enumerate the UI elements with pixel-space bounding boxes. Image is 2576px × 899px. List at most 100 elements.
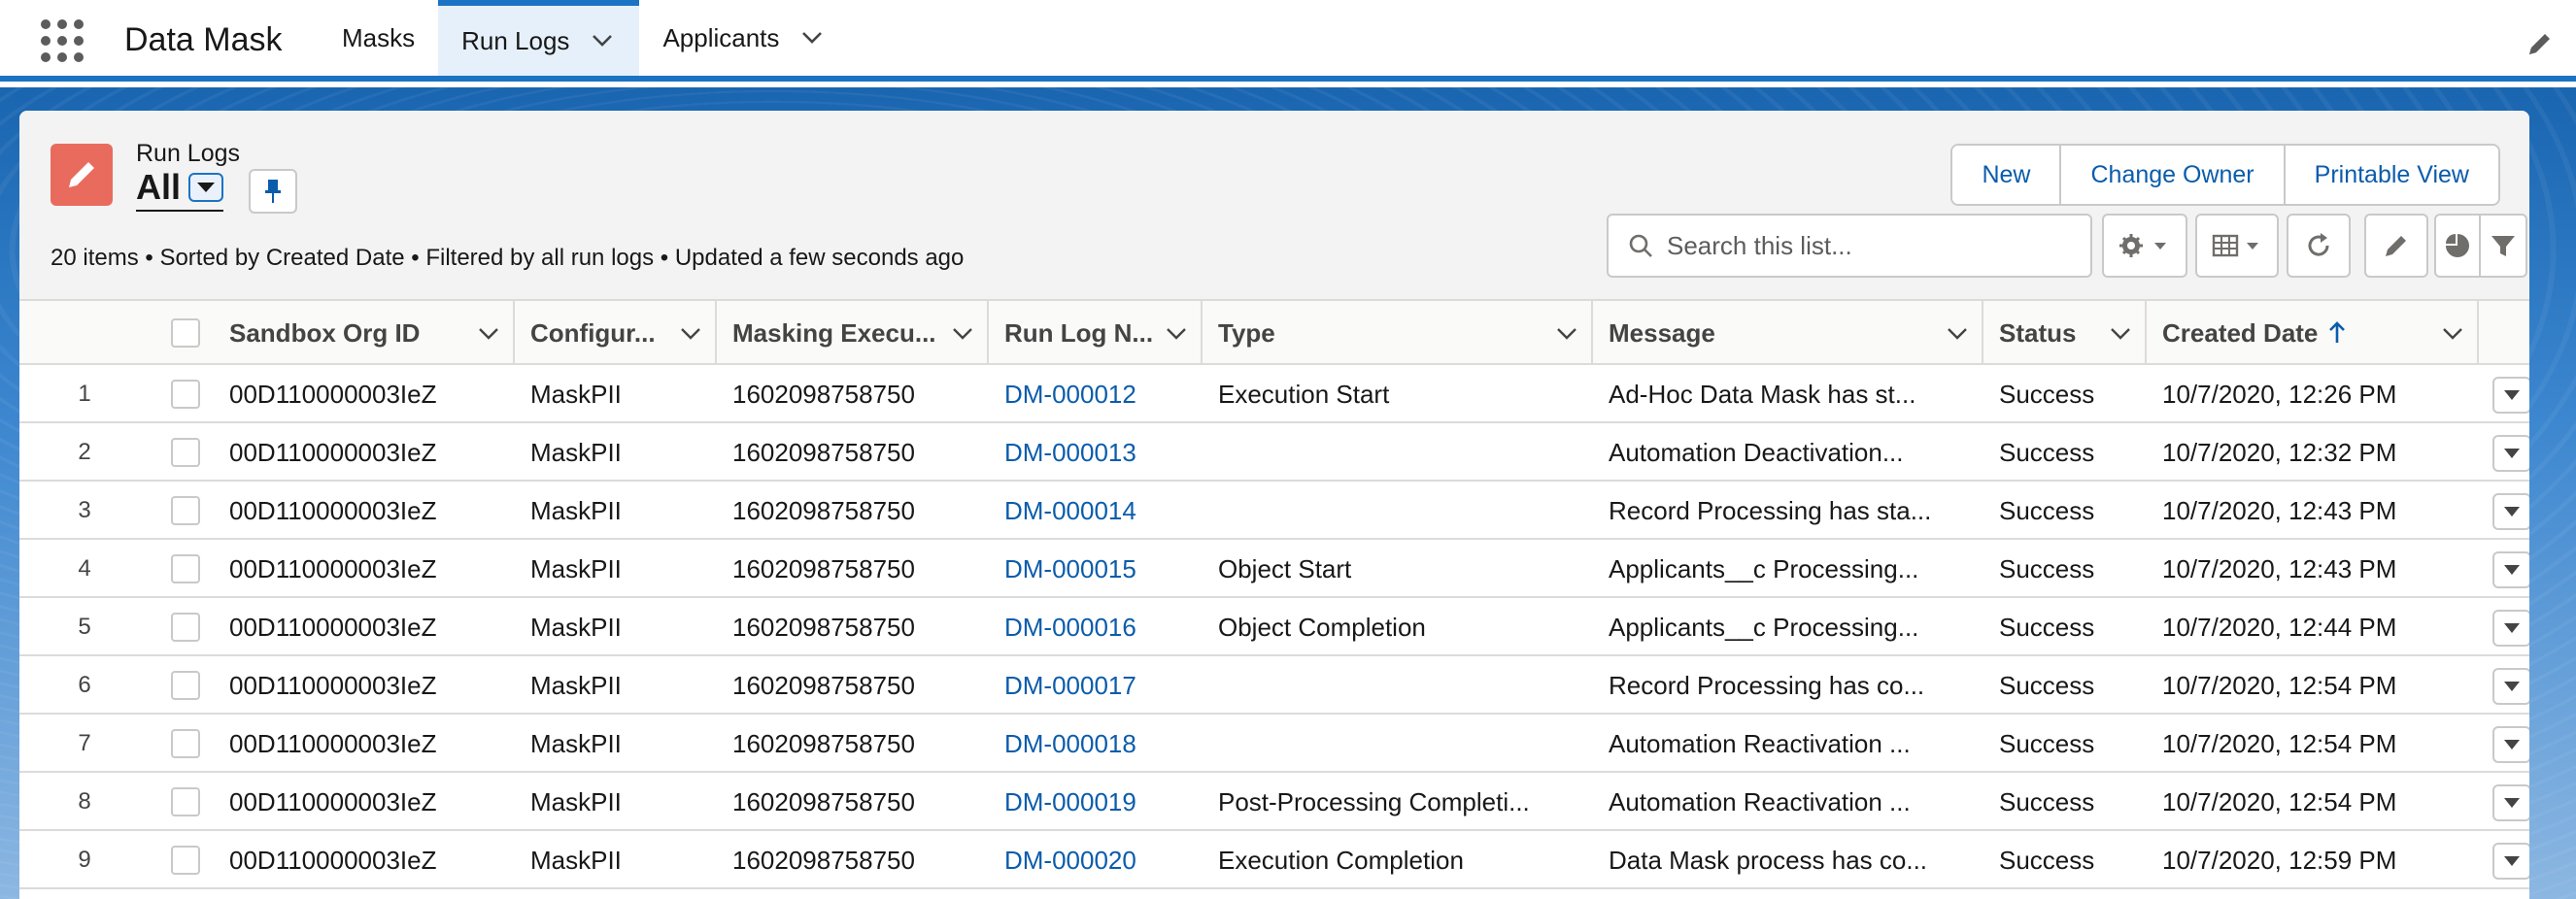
chevron-down-icon[interactable] <box>589 27 616 54</box>
table-row[interactable]: 7 00D110000003IeZ MaskPII 1602098758750 … <box>19 715 2529 773</box>
cell-configuration: MaskPII <box>530 379 622 409</box>
cell-run-log-name-link[interactable]: DM-000013 <box>989 423 1193 482</box>
row-checkbox[interactable] <box>171 438 200 467</box>
row-checkbox[interactable] <box>171 787 200 816</box>
cell-run-log-name-link[interactable]: DM-000012 <box>989 365 1193 423</box>
chevron-down-icon[interactable] <box>1164 320 1189 346</box>
row-checkbox[interactable] <box>171 554 200 583</box>
display-as-button[interactable] <box>2195 214 2279 278</box>
chevron-down-icon[interactable] <box>2440 320 2465 346</box>
chevron-down-icon <box>2504 565 2520 575</box>
row-select-cell <box>171 656 210 715</box>
chevron-down-icon[interactable] <box>2108 320 2133 346</box>
row-actions-button[interactable] <box>2492 843 2529 880</box>
cell-message: Applicants__c Processing... <box>1609 612 1919 642</box>
row-actions-button[interactable] <box>2492 435 2529 472</box>
col-run-log-name[interactable]: Run Log N... <box>989 301 1203 365</box>
table-row[interactable]: 2 00D110000003IeZ MaskPII 1602098758750 … <box>19 423 2529 482</box>
new-button[interactable]: New <box>1952 146 2060 204</box>
chevron-down-icon <box>2504 740 2520 749</box>
row-actions-button[interactable] <box>2492 493 2529 530</box>
table-row[interactable]: 3 00D110000003IeZ MaskPII 1602098758750 … <box>19 482 2529 540</box>
cell-run-log-name-link[interactable]: DM-000018 <box>989 715 1193 773</box>
table-row[interactable]: 5 00D110000003IeZ MaskPII 1602098758750 … <box>19 598 2529 656</box>
cell-run-log-name-link[interactable]: DM-000017 <box>989 656 1193 715</box>
tab-run-logs[interactable]: Run Logs <box>438 0 640 76</box>
row-checkbox[interactable] <box>171 380 200 409</box>
row-actions-button[interactable] <box>2492 610 2529 647</box>
table-header: Sandbox Org ID Configur... Masking Execu… <box>19 301 2529 365</box>
printable-view-button[interactable]: Printable View <box>2283 146 2498 204</box>
row-actions-button[interactable] <box>2492 668 2529 705</box>
tab-label: Masks <box>342 22 416 52</box>
chevron-down-icon[interactable] <box>1945 320 1970 346</box>
row-number: 3 <box>78 497 91 523</box>
cell-run-log-name-link[interactable]: DM-000015 <box>989 540 1193 598</box>
col-masking-execution[interactable]: Masking Execu... <box>717 301 989 365</box>
chevron-down-icon <box>197 183 216 192</box>
cell-run-log-name-link[interactable]: DM-000019 <box>989 773 1193 831</box>
table-row[interactable]: 1 00D110000003IeZ MaskPII 1602098758750 … <box>19 365 2529 423</box>
chevron-down-icon[interactable] <box>678 320 703 346</box>
chevron-down-icon[interactable] <box>476 320 501 346</box>
row-actions-button[interactable] <box>2492 784 2529 821</box>
edit-nav-icon[interactable] <box>2525 29 2555 58</box>
inline-edit-button[interactable] <box>2364 214 2428 278</box>
view-dropdown-button[interactable] <box>188 173 224 202</box>
col-sandbox-org-id[interactable]: Sandbox Org ID <box>214 301 515 365</box>
col-message[interactable]: Message <box>1593 301 1983 365</box>
pin-list-view-button[interactable] <box>249 169 297 214</box>
refresh-button[interactable] <box>2287 214 2351 278</box>
row-actions-button[interactable] <box>2492 377 2529 414</box>
cell-message: Automation Deactivation... <box>1609 437 1904 467</box>
col-status[interactable]: Status <box>1983 301 2147 365</box>
cell-sandbox-org-id: 00D110000003IeZ <box>229 728 437 758</box>
select-all-checkbox[interactable] <box>171 318 200 348</box>
row-checkbox[interactable] <box>171 846 200 875</box>
list-view-card: Run Logs All 20 items • Sorted by Create… <box>19 111 2529 899</box>
tab-label: Applicants <box>662 22 780 52</box>
cell-run-log-name-link[interactable]: DM-000020 <box>989 831 1193 889</box>
cell-masking-execution: 1602098758750 <box>732 495 915 525</box>
row-checkbox[interactable] <box>171 613 200 642</box>
row-checkbox[interactable] <box>171 729 200 758</box>
cell-run-log-name-link[interactable]: DM-000014 <box>989 482 1193 540</box>
change-owner-button[interactable]: Change Owner <box>2059 146 2284 204</box>
chevron-down-icon[interactable] <box>1554 320 1579 346</box>
cell-sandbox-org-id: 00D110000003IeZ <box>229 553 437 583</box>
cell-created-date: 10/7/2020, 12:43 PM <box>2162 495 2397 525</box>
chevron-down-icon[interactable] <box>950 320 975 346</box>
list-object-icon <box>51 144 113 206</box>
cell-status: Success <box>1999 612 2095 642</box>
cell-sandbox-org-id: 00D110000003IeZ <box>229 495 437 525</box>
tab-masks[interactable]: Masks <box>319 0 438 76</box>
chevron-down-icon[interactable] <box>798 24 826 51</box>
app-launcher-icon[interactable] <box>41 19 84 62</box>
col-configuration[interactable]: Configur... <box>515 301 717 365</box>
tab-applicants[interactable]: Applicants <box>639 0 849 76</box>
list-settings-button[interactable] <box>2102 214 2187 278</box>
table-row[interactable]: 4 00D110000003IeZ MaskPII 1602098758750 … <box>19 540 2529 598</box>
table-row[interactable]: 8 00D110000003IeZ MaskPII 1602098758750 … <box>19 773 2529 831</box>
cell-status: Success <box>1999 786 2095 816</box>
row-actions-button[interactable] <box>2492 551 2529 588</box>
cell-configuration: MaskPII <box>530 786 622 816</box>
row-actions-button[interactable] <box>2492 726 2529 763</box>
table-row[interactable]: 9 00D110000003IeZ MaskPII 1602098758750 … <box>19 831 2529 889</box>
chevron-down-icon <box>2504 449 2520 458</box>
row-checkbox[interactable] <box>171 671 200 700</box>
charts-button[interactable] <box>2436 216 2481 276</box>
filters-button[interactable] <box>2481 216 2525 276</box>
cell-run-log-name-link[interactable]: DM-000016 <box>989 598 1193 656</box>
row-number: 4 <box>78 555 91 582</box>
cell-message: Automation Reactivation ... <box>1609 786 1911 816</box>
search-input[interactable] <box>1667 230 2075 261</box>
cell-message: Data Mask process has co... <box>1609 845 1928 875</box>
cell-sandbox-org-id: 00D110000003IeZ <box>229 379 437 409</box>
row-checkbox[interactable] <box>171 496 200 525</box>
col-created-date[interactable]: Created Date <box>2147 301 2479 365</box>
cell-created-date: 10/7/2020, 12:44 PM <box>2162 612 2397 642</box>
col-type[interactable]: Type <box>1203 301 1593 365</box>
list-view-selector[interactable]: All <box>136 167 224 212</box>
table-row[interactable]: 6 00D110000003IeZ MaskPII 1602098758750 … <box>19 656 2529 715</box>
